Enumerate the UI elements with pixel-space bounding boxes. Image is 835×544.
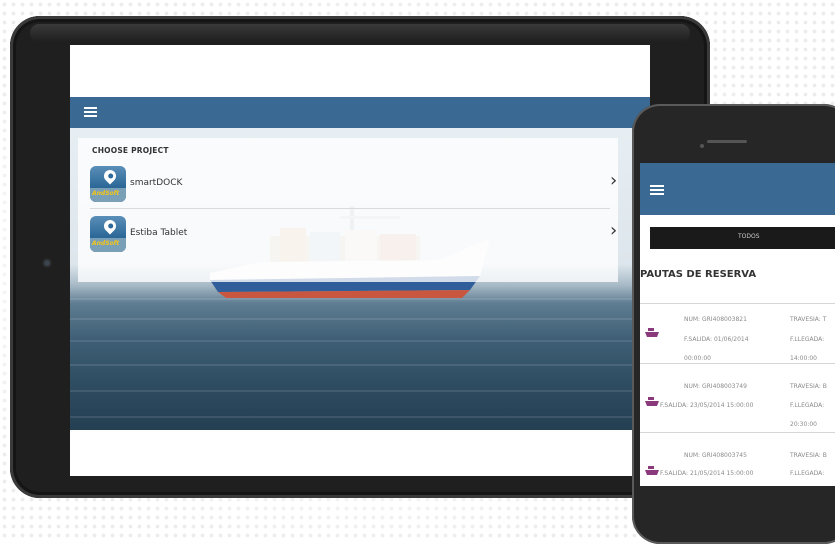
phone-camera [700, 144, 704, 148]
chevron-right-icon[interactable]: › [610, 172, 617, 190]
project-item-estiba-tablet[interactable]: AndSoft Estiba Tablet › [90, 216, 617, 252]
phone-speaker [707, 140, 747, 143]
hamburger-menu-icon[interactable] [84, 107, 97, 117]
reservation-row[interactable]: NUM: GRI408003745 TRAVESIA: B F.SALIDA: … [640, 442, 835, 486]
tablet-screen: CHOOSE PROJECT AndSoft smartDOCK › AndSo… [70, 45, 650, 476]
hamburger-menu-icon[interactable] [650, 185, 664, 195]
page-title: PAUTAS DE RESERVA [640, 269, 757, 280]
ship-icon [645, 328, 659, 337]
location-pin-icon [101, 167, 119, 185]
phone-app-bar [640, 163, 835, 215]
chevron-right-icon[interactable]: › [610, 222, 617, 240]
tablet-bezel-gloss [30, 24, 690, 42]
andsoft-logo-icon: AndSoft [90, 166, 126, 202]
divider [90, 208, 610, 209]
ship-icon [645, 466, 659, 475]
phone-screen: TODOS PAUTAS DE RESERVA NUM: GRI40800382… [640, 163, 835, 486]
tablet-app-bar [70, 97, 650, 128]
project-name: smartDOCK [130, 178, 183, 188]
andsoft-logo-icon: AndSoft [90, 216, 126, 252]
choose-project-heading: CHOOSE PROJECT [92, 146, 169, 155]
project-chooser-panel [78, 138, 618, 282]
project-item-smartdock[interactable]: AndSoft smartDOCK › [90, 166, 617, 202]
tablet-bottom-area [70, 430, 650, 476]
project-name: Estiba Tablet [130, 228, 188, 238]
reservation-row[interactable]: NUM: GRI408003821 TRAVESIA: T F.SALIDA: … [640, 304, 835, 364]
tablet-device: CHOOSE PROJECT AndSoft smartDOCK › AndSo… [10, 16, 710, 498]
tab-todos[interactable]: TODOS [650, 227, 835, 249]
ship-icon [645, 397, 659, 406]
tab-label: TODOS [738, 233, 760, 240]
reservation-row[interactable]: NUM: GRI408003749 TRAVESIA: B F.SALIDA: … [640, 373, 835, 433]
phone-device: TODOS PAUTAS DE RESERVA NUM: GRI40800382… [632, 104, 835, 544]
location-pin-icon [101, 217, 119, 235]
tablet-status-area [70, 45, 650, 97]
tablet-camera [44, 260, 50, 266]
